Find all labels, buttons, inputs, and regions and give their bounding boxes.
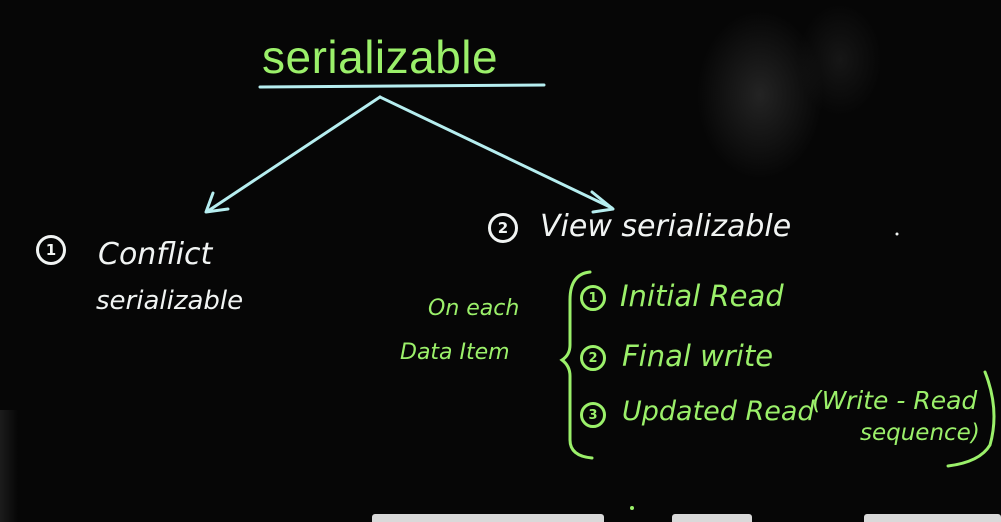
bottom-overlay-bar [372, 514, 604, 522]
chalkboard: serializable 1 Conflict serializable 2 V… [0, 0, 1001, 522]
condition-1-text: Initial Read [620, 279, 784, 313]
arrow-left-shaft [206, 95, 382, 213]
condition-badge-1: 1 [580, 285, 606, 311]
condition-badge-3: 3 [580, 402, 606, 428]
number-badge-1: 1 [36, 235, 66, 265]
presenter-edge [0, 410, 18, 522]
condition-3-text: Updated Read [622, 396, 815, 427]
bottom-overlay-bar [672, 514, 752, 522]
bottom-overlay-bar [864, 514, 1001, 522]
condition-badge-2: 2 [580, 345, 606, 371]
number-badge-2: 2 [488, 213, 518, 243]
chalk-dot [895, 232, 899, 236]
view-serializable-label: View serializable [540, 209, 792, 244]
conflict-label-line1: Conflict [98, 237, 213, 272]
side-note-line2: Data Item [400, 340, 510, 365]
arrow-right-shaft [378, 95, 614, 210]
diagram-title: serializable [262, 31, 499, 83]
parenthetical-line2: sequence) [860, 420, 980, 446]
title-underline [258, 83, 546, 89]
parenthetical-line1: (Write - Read [812, 386, 978, 415]
condition-2-text: Final write [622, 339, 774, 373]
side-note-line1: On each [428, 296, 520, 321]
conflict-label-line2: serializable [96, 286, 244, 316]
chalk-dot [630, 506, 634, 510]
